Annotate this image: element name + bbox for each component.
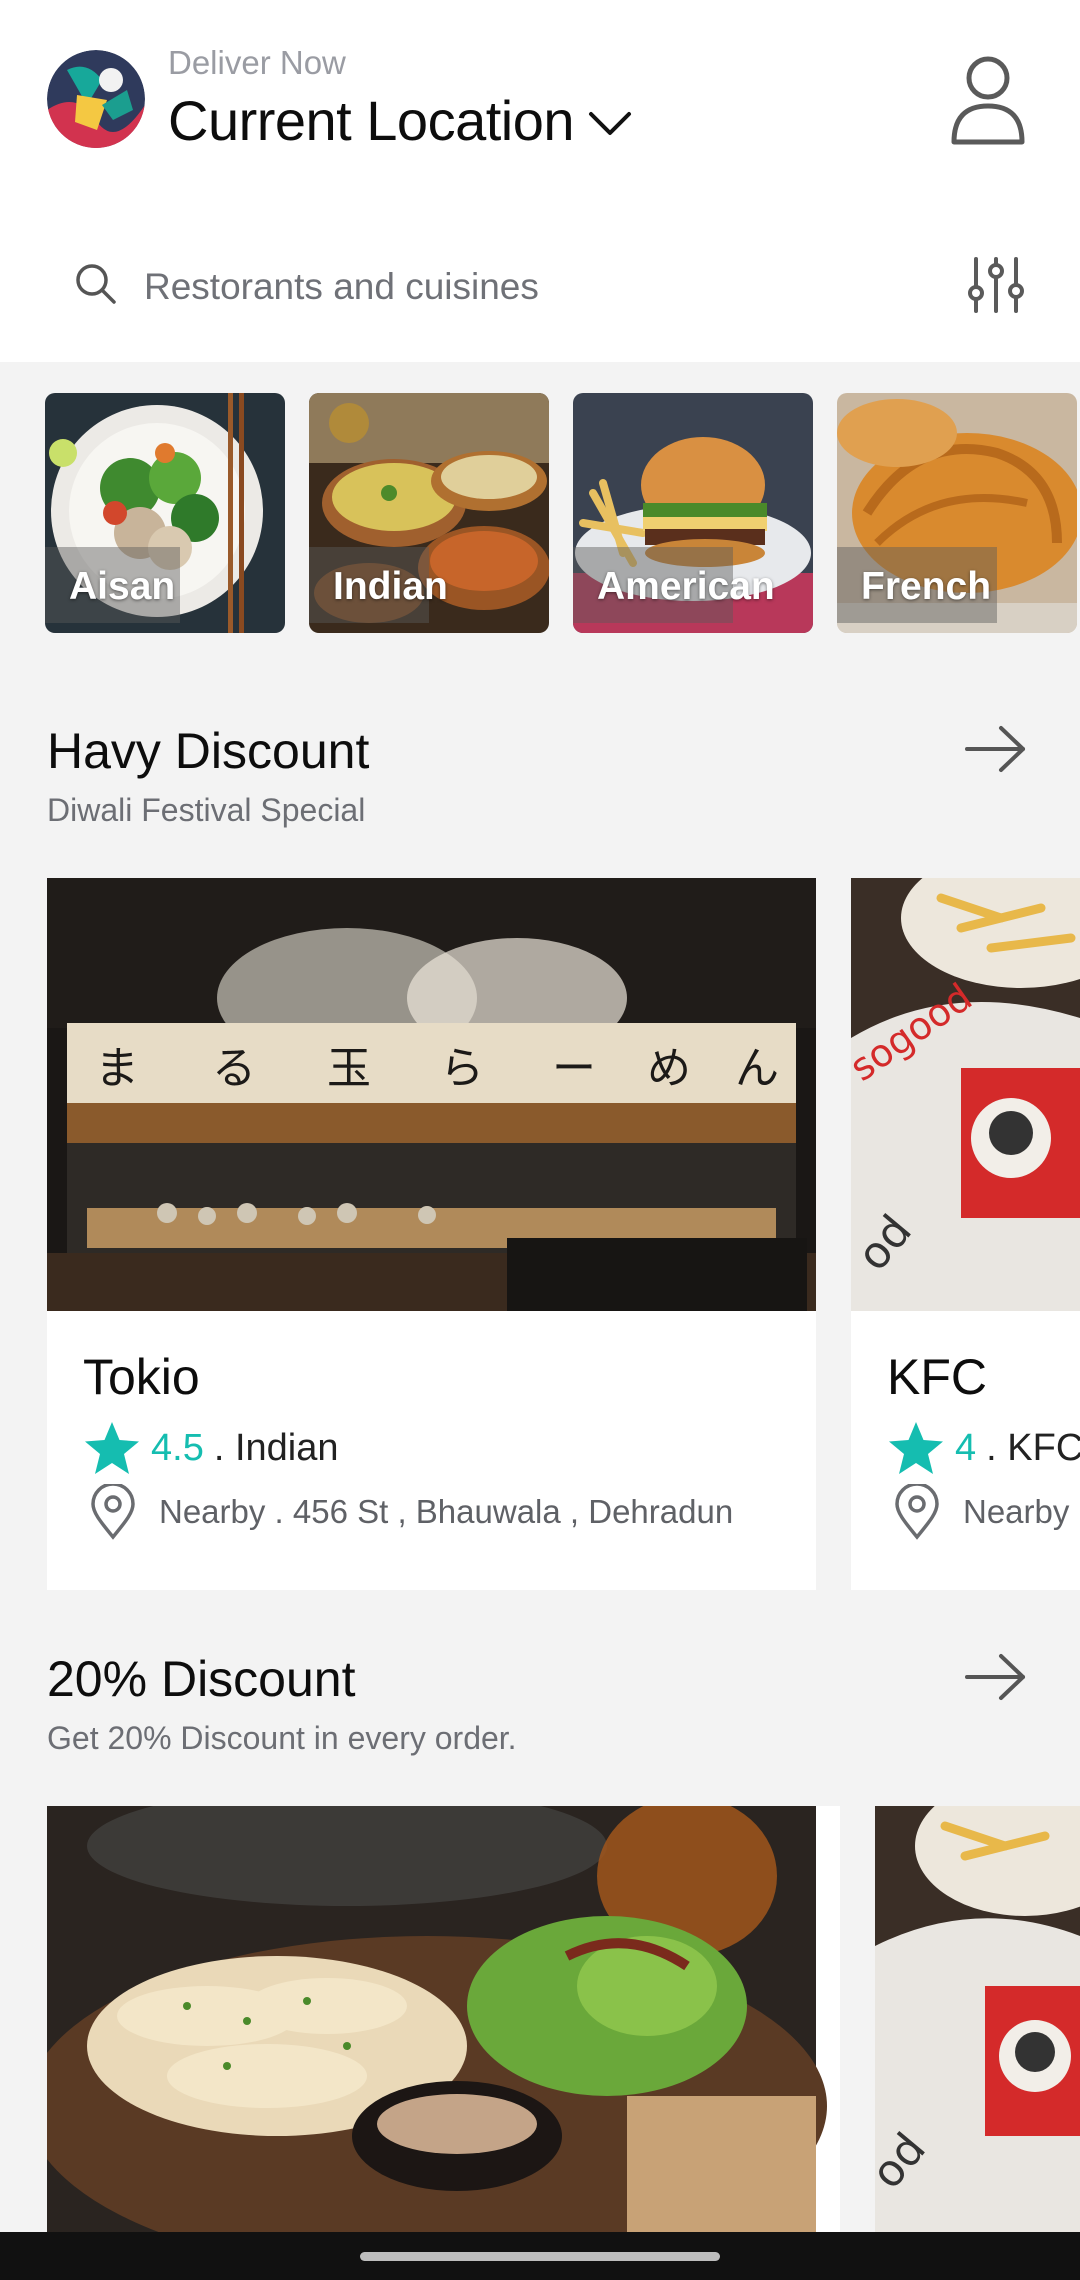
- address-row: Nearby: [893, 1484, 1069, 1540]
- profile-icon: [951, 56, 1025, 145]
- chevron-down-icon: [589, 111, 632, 135]
- arrow-right-icon: [965, 1654, 1025, 1700]
- svg-text:ら: ら: [440, 1043, 484, 1094]
- cuisine-label: . KFC: [986, 1426, 1080, 1469]
- location-pin-icon: [895, 1484, 939, 1540]
- category-label: American: [597, 565, 775, 608]
- category-french[interactable]: French: [837, 393, 1077, 633]
- restaurant-name: KFC: [887, 1349, 987, 1405]
- arrow-right-icon: [965, 726, 1025, 772]
- cuisine-label: . Indian: [213, 1426, 339, 1469]
- profile-button[interactable]: [948, 52, 1028, 148]
- category-label: French: [861, 565, 992, 608]
- restaurant-image: [47, 1806, 840, 2232]
- star-icon: [889, 1422, 943, 1474]
- avatar[interactable]: [47, 50, 145, 148]
- category-american[interactable]: American: [573, 393, 813, 633]
- restaurant-image: od: [875, 1806, 1080, 2232]
- category-label: Aisan: [69, 565, 176, 608]
- category-label: Indian: [333, 565, 448, 608]
- rating-row: 4 . KFC: [887, 1420, 1080, 1476]
- section-title: 20% Discount: [47, 1651, 356, 1707]
- svg-text:ー: ー: [552, 1043, 596, 1094]
- star-icon: [85, 1422, 139, 1474]
- location-selector[interactable]: Current Location: [168, 88, 632, 153]
- see-all-button[interactable]: [963, 1652, 1029, 1702]
- address-text: Nearby: [963, 1493, 1070, 1530]
- filter-button[interactable]: [966, 255, 1026, 315]
- section-subtitle: Get 20% Discount in every order.: [47, 1720, 517, 1756]
- restaurant-image: od sogood: [851, 878, 1080, 1311]
- restaurant-image: ま る 玉 ら ー め ん: [47, 878, 816, 1311]
- location-text: Current Location: [168, 89, 575, 152]
- restaurant-card[interactable]: ま る 玉 ら ー め ん Tokio 4.5 . Indian Nearby …: [47, 878, 816, 1590]
- home-gesture-handle[interactable]: [360, 2252, 720, 2261]
- svg-text:玉: 玉: [327, 1043, 371, 1094]
- section-subtitle: Diwali Festival Special: [47, 792, 366, 828]
- address-text: Nearby . 456 St , Bhauwala , Dehradun: [159, 1493, 734, 1530]
- svg-text:め: め: [647, 1043, 691, 1094]
- search-icon: [76, 264, 116, 304]
- filter-icon: [968, 257, 1024, 313]
- rating-value: 4: [955, 1426, 977, 1469]
- deliver-now-label: Deliver Now: [168, 44, 346, 81]
- svg-text:る: る: [212, 1043, 256, 1094]
- svg-text:ま: ま: [95, 1043, 139, 1094]
- section-title: Havy Discount: [47, 723, 370, 779]
- rating-value: 4.5: [151, 1426, 204, 1469]
- category-indian[interactable]: Indian: [309, 393, 549, 633]
- restaurant-name: Tokio: [83, 1349, 200, 1405]
- restaurant-card[interactable]: od: [875, 1806, 1080, 2232]
- see-all-button[interactable]: [963, 724, 1029, 774]
- restaurant-card[interactable]: od sogood KFC 4 . KFC Nearby: [851, 878, 1080, 1590]
- location-pin-icon: [91, 1484, 135, 1540]
- category-asian[interactable]: Aisan: [45, 393, 285, 633]
- address-row: Nearby . 456 St , Bhauwala , Dehradun: [89, 1484, 733, 1540]
- svg-text:ん: ん: [735, 1043, 779, 1094]
- rating-row: 4.5 . Indian: [83, 1420, 338, 1476]
- restaurant-card[interactable]: [47, 1806, 840, 2232]
- search-input[interactable]: [142, 256, 906, 318]
